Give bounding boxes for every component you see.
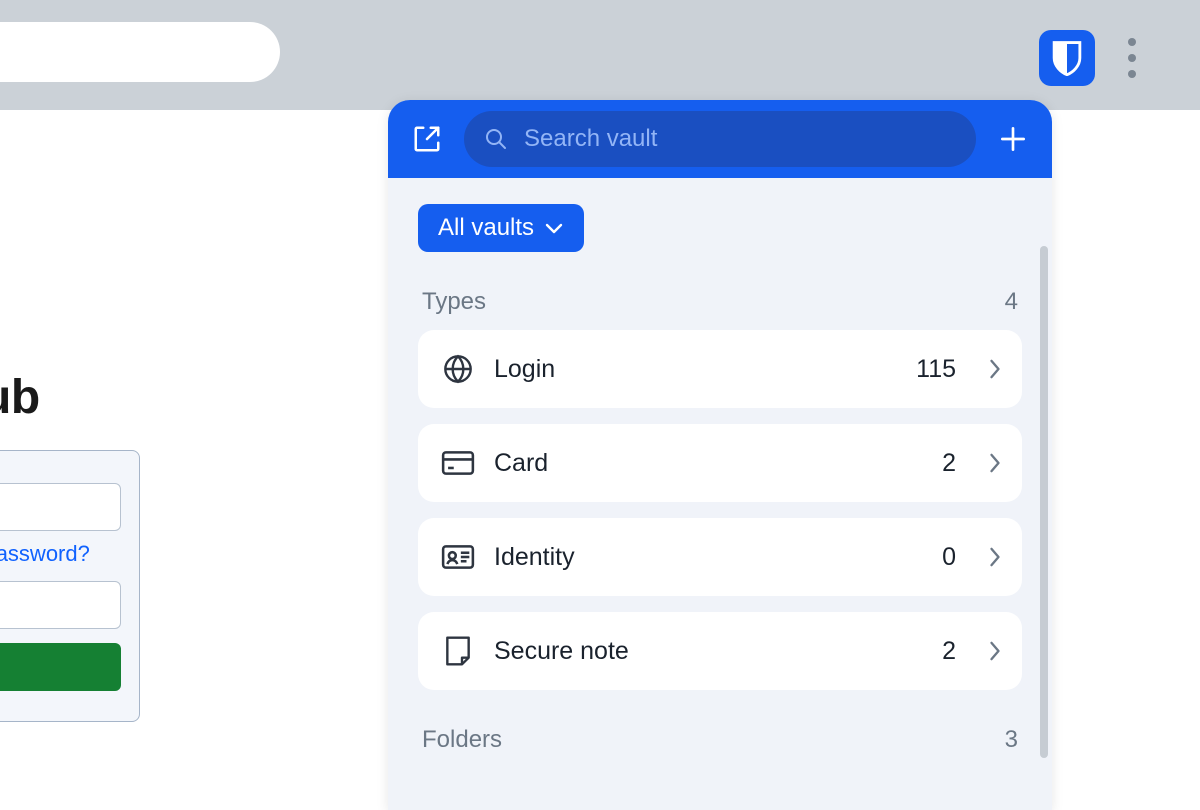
bitwarden-popup: All vaults Types 4 Login 115 <box>388 100 1052 810</box>
globe-icon <box>440 351 476 387</box>
shield-icon <box>1051 40 1083 76</box>
search-input[interactable] <box>522 124 956 154</box>
type-item-secure-note[interactable]: Secure note 2 <box>418 612 1022 690</box>
type-item-card[interactable]: Card 2 <box>418 424 1022 502</box>
plus-icon <box>997 123 1029 155</box>
search-vault-field[interactable] <box>464 111 976 167</box>
item-label: Login <box>494 355 898 384</box>
browser-toolbar <box>0 0 1200 110</box>
type-item-login[interactable]: Login 115 <box>418 330 1022 408</box>
forgot-password-link[interactable]: ot password? <box>0 541 121 567</box>
vault-selector-label: All vaults <box>438 214 534 242</box>
type-item-identity[interactable]: Identity 0 <box>418 518 1022 596</box>
folders-section-header: Folders 3 <box>422 726 1018 754</box>
types-count: 4 <box>1005 288 1018 316</box>
identity-icon <box>440 539 476 575</box>
browser-menu-button[interactable] <box>1114 30 1150 86</box>
item-label: Identity <box>494 543 924 572</box>
sign-in-button[interactable] <box>0 643 121 691</box>
types-section-header: Types 4 <box>422 288 1018 316</box>
popup-header <box>388 100 1052 178</box>
types-label: Types <box>422 288 486 316</box>
item-count: 0 <box>942 543 956 572</box>
password-field[interactable] <box>0 581 121 629</box>
item-count: 2 <box>942 637 956 666</box>
chevron-down-icon <box>544 221 564 235</box>
item-label: Secure note <box>494 637 924 666</box>
popout-button[interactable] <box>406 118 448 160</box>
item-label: Card <box>494 449 924 478</box>
types-list: Login 115 Card 2 Identity 0 <box>418 330 1022 690</box>
item-count: 115 <box>916 355 956 384</box>
page-title-fragment: ub <box>0 370 40 425</box>
login-form-card: ot password? <box>0 450 140 722</box>
chevron-right-icon <box>988 357 1002 381</box>
username-field[interactable] <box>0 483 121 531</box>
omnibox[interactable] <box>0 22 280 82</box>
card-icon <box>440 445 476 481</box>
add-item-button[interactable] <box>992 118 1034 160</box>
scrollbar[interactable] <box>1040 246 1048 758</box>
popup-body: All vaults Types 4 Login 115 <box>388 178 1052 810</box>
folders-label: Folders <box>422 726 502 754</box>
popout-icon <box>412 124 442 154</box>
chevron-right-icon <box>988 545 1002 569</box>
note-icon <box>440 633 476 669</box>
chevron-right-icon <box>988 451 1002 475</box>
vault-selector[interactable]: All vaults <box>418 204 584 252</box>
item-count: 2 <box>942 449 956 478</box>
bitwarden-extension-button[interactable] <box>1039 30 1095 86</box>
chevron-right-icon <box>988 639 1002 663</box>
folders-count: 3 <box>1005 726 1018 754</box>
search-icon <box>484 127 508 151</box>
